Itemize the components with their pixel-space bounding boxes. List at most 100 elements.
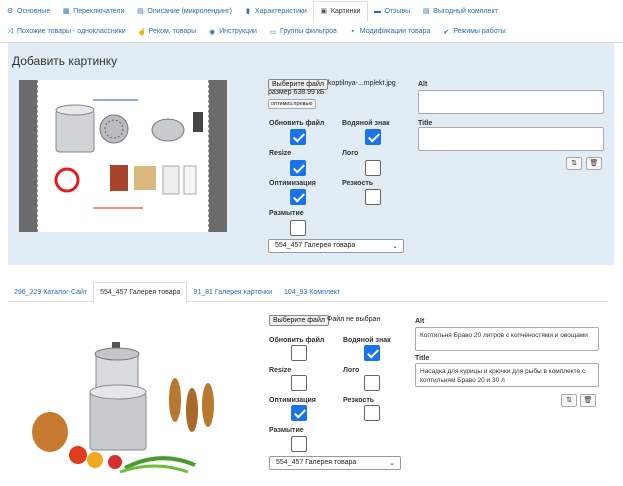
image-crop-area[interactable] [19,80,227,232]
checkbox-logo[interactable] [365,160,381,176]
info-icon: ◉ [209,28,216,36]
file-size: размер 638.99 кБ [268,89,325,96]
tab-label: Реком. товары [148,28,197,35]
tab-label: Режимы работы [453,28,506,35]
cube-icon: ▪ [351,28,355,35]
option-label-update-file-2: Обновить файл [269,337,325,344]
option-label-resize-2: Resize [269,367,292,374]
title-label: Title [418,120,433,127]
list-icon: ▤ [422,8,430,15]
checkbox-blur[interactable] [290,220,306,236]
tab-label: Группы фильтров [279,28,337,35]
trash-icon[interactable]: 🗑 [586,157,602,170]
add-image-panel: Добавить картинку Выберите файл koptilny… [8,43,614,265]
tab-2[interactable]: 91_81 Галерея карточки [187,282,278,302]
trash-icon[interactable]: 🗑 [580,394,596,407]
option-label-update-file: Обновить файл [269,120,325,127]
tab-1[interactable]: ☝ Реком. товары [132,21,202,42]
checkbox-watermark-2[interactable] [364,345,380,361]
tab-6[interactable]: ▤ Выгодный комплект [416,0,504,22]
chevron-down-icon: ⌄ [392,243,398,250]
checkbox-logo-2[interactable] [364,375,380,391]
alt-textarea[interactable] [418,90,604,114]
chart-icon: ▮ [245,8,250,15]
tab-5[interactable]: ▬ Отзывы [368,0,417,22]
option-label-resize: Resize [269,150,292,157]
tab-5[interactable]: ✔ Режимы работы [436,21,511,42]
panel-title: Добавить картинку [12,54,118,68]
thumbs-up-icon: ☝ [137,28,147,36]
tab-2[interactable]: ◉ Инструкции [202,21,263,42]
tab-3[interactable]: ▭ Группы фильтров [263,21,343,42]
tab-label: Основные [17,7,51,15]
tab-3[interactable]: ▮ Характеристики [238,0,313,22]
title-textarea[interactable] [418,127,604,151]
smoker-product-image [32,342,214,474]
tab-4[interactable]: ▣ Картинки [312,0,368,22]
switch-icon: ▦ [62,8,70,15]
tab-0[interactable]: ⚙ Основные [0,0,56,22]
option-label-watermark: Водяной знак [342,120,390,127]
gear-icon: ⚙ [6,8,14,15]
product-kit-image [54,99,203,209]
tab-label: Характеристики [254,7,307,15]
checkbox-optimization[interactable] [290,189,306,205]
sort-icon[interactable]: ⇅ [566,157,582,170]
option-label-sharpness: Резкость [342,180,374,187]
gallery-image-preview [20,320,232,480]
checkbox-sharpness-2[interactable] [364,405,380,421]
tab-1[interactable]: 554_457 Галерея товара [93,282,188,302]
gallery-size-tabs: 296_229 Каталог-Сайт 554_457 Галерея това… [8,282,608,302]
checkbox-watermark[interactable] [365,129,381,145]
chevron-down-icon: ⌄ [389,460,395,467]
tab-label: Отзывы [384,7,411,15]
tab-label: Описание (микролендинг) [147,7,232,15]
optimize-preview-button[interactable]: оптимиз.превью [268,99,316,109]
option-label-sharpness-2: Резкость [343,397,375,404]
tab-label: Похожие товары - одноклассники [17,28,126,35]
title-label-2: Title [415,355,430,362]
tab-label: 104_93 Комплект [284,288,341,296]
tab-label: Выгодный комплект [433,7,498,15]
alt-label: Alt [418,81,428,88]
option-label-blur: Размытие [269,210,304,217]
option-label-logo-2: Лого [343,367,360,374]
tab-label: Инструкции [219,28,257,35]
tab-4[interactable]: ▪ Модификации товара [343,21,437,42]
choose-file-button-2[interactable]: Выберите файл [269,315,329,326]
file-name: koptilnya-...mplekt.jpg [328,80,396,87]
option-label-optimization-2: Оптимизация [269,397,316,404]
truck-icon: ▭ [269,28,277,36]
alt-label-2: Alt [415,318,425,325]
tab-2[interactable]: ▤ Описание (микролендинг) [130,0,238,22]
product-image-preview [37,80,209,232]
file-status: Файл не выбран [327,316,381,323]
option-label-watermark-2: Водяной знак [343,337,391,344]
checkbox-update-file[interactable] [290,129,306,145]
tab-label: 296_229 Каталог-Сайт [14,288,88,296]
checkbox-optimization-2[interactable] [291,405,307,421]
tab-3[interactable]: 104_93 Комплект [278,282,346,302]
checkbox-update-file-2[interactable] [291,345,307,361]
gallery-select-value-2: 554_457 Галерея товара [276,459,357,466]
check-icon: ✔ [443,28,450,36]
option-label-optimization: Оптимизация [269,180,316,187]
shuffle-icon: ⤨ [7,27,13,35]
comment-icon: ▬ [374,7,381,15]
tab-label: Переключатели [73,7,125,15]
tab-label: 554_457 Галерея товара [100,288,181,296]
checkbox-resize[interactable] [290,160,306,176]
checkbox-resize-2[interactable] [291,375,307,391]
title-textarea-2[interactable]: Насадка для курицы и крючки для рыбы в к… [415,363,599,387]
tab-0[interactable]: ⤨ Похожие товары - одноклассники [0,21,132,42]
checkbox-sharpness[interactable] [365,189,381,205]
tab-1[interactable]: ▦ Переключатели [56,0,130,22]
checkbox-blur-2[interactable] [291,436,307,452]
alt-textarea-2[interactable]: Коптильня Браво 20 литров с копчёностями… [415,327,599,351]
main-tabs: ⚙ Основные ▦ Переключатели ▤ Описание (микрол… [0,0,623,22]
gallery-select-2[interactable]: 554_457 Галерея товара ⌄ [269,456,401,470]
option-label-logo: Лого [342,150,359,157]
tab-0[interactable]: 296_229 Каталог-Сайт [8,282,93,302]
sort-icon[interactable]: ⇅ [561,394,577,407]
gallery-select[interactable]: 554_457 Галерея товара ⌄ [268,239,404,253]
